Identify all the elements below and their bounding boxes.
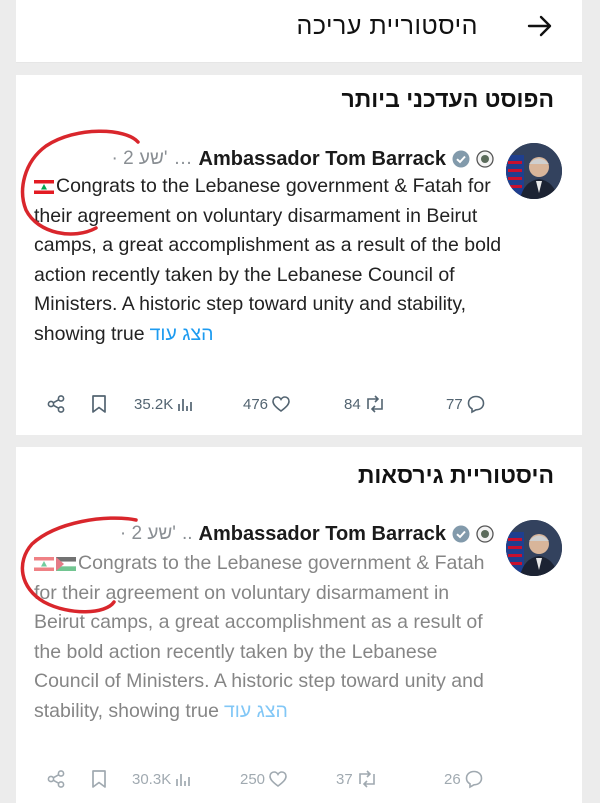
- lebanon-flag-icon: [34, 180, 54, 194]
- avatar[interactable]: [506, 143, 562, 199]
- post-header: · 2 שע' .. Ambassador Tom Barrack: [120, 521, 494, 547]
- bookmark-icon: [92, 395, 106, 413]
- post-text: Congrats to the Lebanese government & Fa…: [34, 552, 485, 722]
- section-title-versions: היסטוריית גירסאות: [357, 462, 554, 488]
- reposts-count: 37: [336, 770, 353, 788]
- post-header: · 2 שע' … Ambassador Tom Barrack: [111, 146, 494, 172]
- author-name[interactable]: Ambassador Tom Barrack: [199, 148, 447, 171]
- gov-seal-icon: [476, 525, 494, 543]
- arrow-right-icon[interactable]: [524, 10, 556, 42]
- section-divider: [16, 63, 582, 75]
- section-divider: [16, 435, 582, 447]
- repost-icon: [358, 770, 375, 788]
- avatar-image: [506, 143, 562, 199]
- share-button[interactable]: [46, 767, 66, 791]
- views-icon: [176, 774, 191, 786]
- post-body: Congrats to the Lebanese government & Fa…: [34, 549, 504, 727]
- avatar[interactable]: [506, 520, 562, 576]
- views-button[interactable]: 30.3K: [132, 767, 192, 791]
- likes-count: 476: [243, 395, 269, 413]
- app-frame: היסטוריית עריכה הפוסט העדכני ביותר · 2 ש…: [16, 0, 582, 803]
- reply-button[interactable]: 77: [446, 392, 486, 416]
- repost-button[interactable]: 84: [344, 392, 386, 416]
- author-name[interactable]: Ambassador Tom Barrack: [199, 523, 447, 546]
- post-text: Congrats to the Lebanese government & Fa…: [34, 175, 502, 345]
- reply-button[interactable]: 26: [444, 767, 484, 791]
- replies-count: 26: [444, 770, 461, 788]
- verified-badge-icon: [452, 150, 470, 168]
- verified-badge-icon: [452, 525, 470, 543]
- gov-seal-icon: [476, 150, 494, 168]
- lebanon-flag-icon: [34, 557, 54, 571]
- repost-button[interactable]: 37: [336, 767, 378, 791]
- bookmark-button[interactable]: [90, 767, 108, 791]
- replies-count: 77: [446, 395, 463, 413]
- reply-icon: [467, 395, 484, 414]
- post-body: Congrats to the Lebanese government & Fa…: [34, 172, 504, 350]
- post-time: · 2 שע': [111, 148, 168, 169]
- reply-icon: [465, 770, 482, 789]
- likes-count: 250: [240, 770, 266, 788]
- share-icon: [47, 770, 65, 788]
- page-title: היסטוריית עריכה: [296, 12, 478, 40]
- palestine-flag-icon: [56, 557, 76, 571]
- views-icon: [178, 399, 193, 411]
- show-more-link[interactable]: הצג עוד: [224, 700, 288, 722]
- views-button[interactable]: 35.2K: [134, 392, 194, 416]
- views-count: 35.2K: [134, 395, 174, 413]
- repost-icon: [366, 395, 383, 413]
- section-title-latest: הפוסט העדכני ביותר: [341, 86, 554, 112]
- post-actions: 30.3K 250 37 26: [46, 767, 506, 791]
- like-button[interactable]: 250: [240, 767, 288, 791]
- avatar-image: [506, 520, 562, 576]
- show-more-link[interactable]: הצג עוד: [150, 323, 214, 345]
- ellipsis: …: [173, 148, 193, 169]
- bookmark-button[interactable]: [90, 392, 108, 416]
- share-icon: [47, 395, 65, 413]
- heart-icon: [272, 396, 290, 413]
- post-actions: 35.2K 476 84 77: [46, 392, 506, 416]
- ellipsis: ..: [181, 523, 193, 544]
- share-button[interactable]: [46, 392, 66, 416]
- bookmark-icon: [92, 770, 106, 788]
- heart-icon: [269, 771, 287, 788]
- like-button[interactable]: 476: [243, 392, 291, 416]
- views-count: 30.3K: [132, 770, 172, 788]
- reposts-count: 84: [344, 395, 361, 413]
- post-time: · 2 שע': [119, 523, 176, 544]
- top-bar: היסטוריית עריכה: [16, 0, 582, 63]
